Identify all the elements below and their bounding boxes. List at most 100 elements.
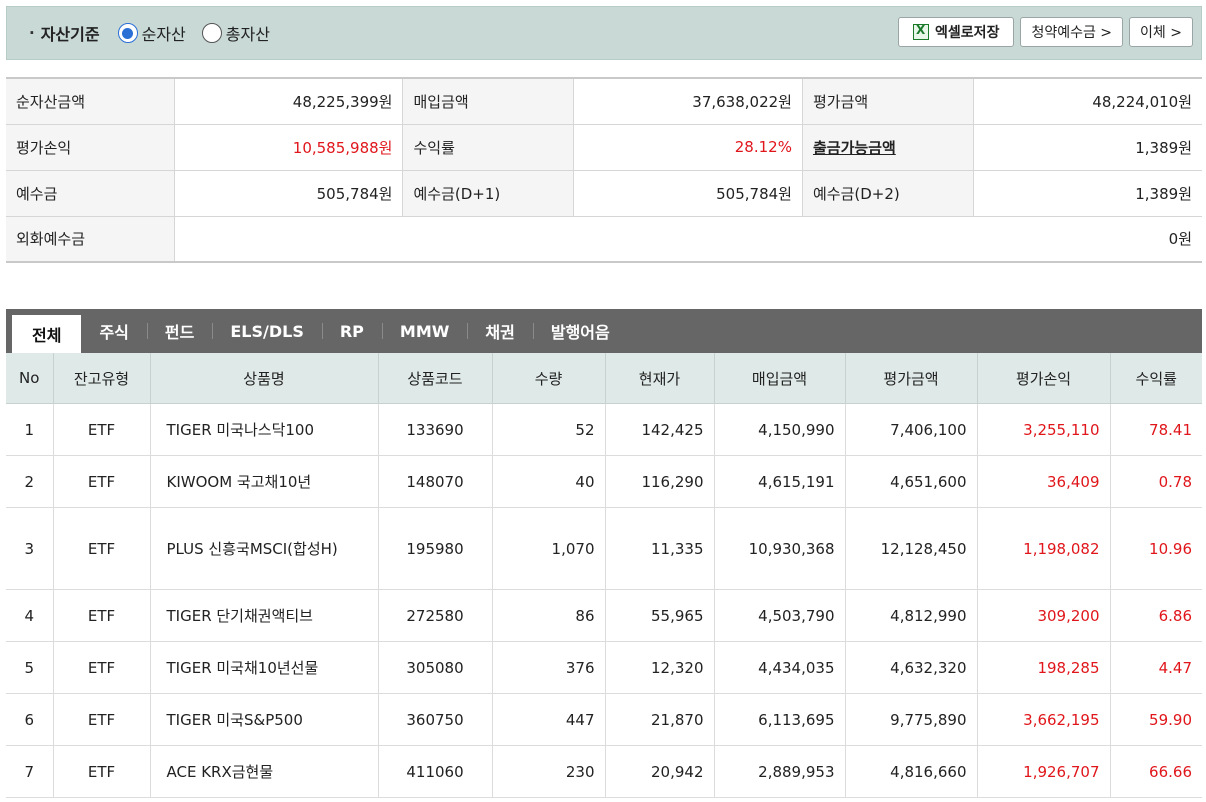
return-rate: 4.47: [1109, 641, 1202, 694]
column-header: 수량: [491, 353, 605, 404]
summary-key: 예수금: [6, 169, 175, 217]
table-row[interactable]: 2 ETF KIWOOM 국고채10년 148070 40 116,290 4,615,19…: [6, 455, 1202, 508]
row-no: 4: [6, 589, 53, 642]
product-name: KIWOOM 국고채10년: [149, 455, 378, 508]
holding-type: ETF: [52, 403, 150, 456]
current-price: 116,290: [604, 455, 714, 508]
table-row[interactable]: 5 ETF TIGER 미국채10년선물 305080 376 12,320 4,434,0…: [6, 641, 1202, 694]
radio-net-assets-label: 순자산: [141, 25, 186, 44]
withdrawable-amount-cell: 출금가능금액: [801, 123, 974, 171]
tab-stock[interactable]: 주식: [81, 309, 146, 353]
tab-els-dls[interactable]: ELS/DLS: [212, 309, 322, 353]
evaluation-amount: 4,651,600: [844, 455, 977, 508]
return-rate: 59.90: [1109, 693, 1202, 746]
holding-type: ETF: [52, 455, 150, 508]
action-buttons: 엑셀로저장 청약예수금 > 이체 >: [898, 17, 1193, 47]
quantity: 1,070: [491, 507, 605, 590]
summary-key: 평가금액: [801, 77, 974, 125]
summary-value: 1,389원: [972, 169, 1202, 217]
evaluation-pl: 309,200: [976, 589, 1110, 642]
excel-save-label: 엑셀로저장: [935, 25, 1000, 41]
summary-row: 순자산금액 48,225,399원 매입금액 37,638,022원 평가금액 …: [6, 77, 1202, 125]
quantity: 52: [491, 403, 605, 456]
evaluation-pl: 3,662,195: [976, 693, 1110, 746]
table-row[interactable]: 7 ETF ACE KRX금현물 411060 230 20,942 2,889,953 4,…: [6, 745, 1202, 798]
product-code: 360750: [377, 693, 492, 746]
quantity: 447: [491, 693, 605, 746]
evaluation-amount: 9,775,890: [844, 693, 977, 746]
table-header-row: No 잔고유형 상품명 상품코드 수량 현재가 매입금액 평가금액 평가손익 수…: [6, 353, 1202, 404]
product-code: 305080: [377, 641, 492, 694]
summary-value: 28.12%: [573, 123, 803, 171]
transfer-button[interactable]: 이체 >: [1129, 17, 1193, 47]
radio-net-assets[interactable]: 순자산: [117, 21, 186, 45]
summary-row: 예수금 505,784원 예수금(D+1) 505,784원 예수금(D+2) …: [6, 169, 1202, 217]
purchase-amount: 2,889,953: [713, 745, 845, 798]
summary-value: 505,784원: [173, 169, 403, 217]
table-row[interactable]: 3 ETF PLUS 신흥국MSCI(합성H) 195980 1,070 11,335 10…: [6, 507, 1202, 590]
tab-mmw[interactable]: MMW: [381, 309, 468, 353]
holding-type: ETF: [52, 641, 150, 694]
table-row[interactable]: 6 ETF TIGER 미국S&P500 360750 447 21,870 6,113,6…: [6, 693, 1202, 746]
asset-basis-label: 자산기준: [40, 25, 100, 44]
current-price: 11,335: [604, 507, 714, 590]
summary-key: 예수금(D+1): [402, 169, 574, 217]
column-header: No: [6, 353, 53, 404]
column-header: 상품코드: [377, 353, 492, 404]
withdrawable-amount-link[interactable]: 출금가능금액: [813, 139, 896, 157]
product-name: TIGER 단기채권액티브: [149, 589, 378, 642]
radio-unselected-icon[interactable]: [201, 23, 222, 43]
asset-basis-group: · 자산기준 순자산 총자산: [29, 21, 280, 45]
radio-total-assets[interactable]: 총자산: [201, 21, 270, 45]
holding-type: ETF: [52, 745, 150, 798]
subscription-deposit-button[interactable]: 청약예수금 >: [1020, 17, 1124, 47]
table-row[interactable]: 4 ETF TIGER 단기채권액티브 272580 86 55,965 4,503,790…: [6, 589, 1202, 642]
summary-value: 37,638,022원: [573, 77, 803, 125]
asset-summary-table: 순자산금액 48,225,399원 매입금액 37,638,022원 평가금액 …: [6, 77, 1202, 263]
tab-all[interactable]: 전체: [12, 315, 82, 353]
return-rate: 10.96: [1109, 507, 1202, 590]
summary-key: 예수금(D+2): [801, 169, 974, 217]
summary-value: 48,225,399원: [173, 77, 403, 125]
excel-save-button[interactable]: 엑셀로저장: [898, 17, 1015, 47]
quantity: 40: [491, 455, 605, 508]
purchase-amount: 6,113,695: [713, 693, 845, 746]
product-code: 272580: [377, 589, 492, 642]
evaluation-pl: 198,285: [976, 641, 1110, 694]
summary-row: 외화예수금 0원: [6, 215, 1202, 263]
column-header: 평가금액: [844, 353, 977, 404]
return-rate: 78.41: [1109, 403, 1202, 456]
summary-value: 48,224,010원: [972, 77, 1202, 125]
column-header: 수익률: [1109, 353, 1202, 404]
product-name: TIGER 미국나스닥100: [149, 403, 378, 456]
column-header: 매입금액: [713, 353, 845, 404]
tab-fund[interactable]: 펀드: [146, 309, 212, 353]
purchase-amount: 4,434,035: [713, 641, 845, 694]
holding-type: ETF: [52, 693, 150, 746]
row-no: 3: [6, 507, 53, 590]
tab-bond[interactable]: 채권: [467, 309, 532, 353]
fx-deposit-value: 0원: [173, 215, 1202, 263]
holding-type: ETF: [52, 589, 150, 642]
tab-rp[interactable]: RP: [321, 309, 382, 353]
return-rate: 0.78: [1109, 455, 1202, 508]
quantity: 376: [491, 641, 605, 694]
product-code: 195980: [377, 507, 492, 590]
row-no: 6: [6, 693, 53, 746]
subscription-deposit-label: 청약예수금 >: [1031, 25, 1113, 41]
product-name: TIGER 미국S&P500: [149, 693, 378, 746]
product-name: TIGER 미국채10년선물: [149, 641, 378, 694]
summary-value: 505,784원: [573, 169, 803, 217]
tab-issued-note[interactable]: 발행어음: [532, 309, 628, 353]
radio-selected-icon[interactable]: [117, 23, 138, 43]
table-row[interactable]: 1 ETF TIGER 미국나스닥100 133690 52 142,425 4,150,9…: [6, 403, 1202, 456]
summary-value: 10,585,988원: [173, 123, 403, 171]
current-price: 12,320: [604, 641, 714, 694]
column-header: 잔고유형: [52, 353, 150, 404]
current-price: 20,942: [604, 745, 714, 798]
column-header: 현재가: [604, 353, 714, 404]
quantity: 86: [491, 589, 605, 642]
product-code: 133690: [377, 403, 492, 456]
purchase-amount: 4,503,790: [713, 589, 845, 642]
current-price: 142,425: [604, 403, 714, 456]
